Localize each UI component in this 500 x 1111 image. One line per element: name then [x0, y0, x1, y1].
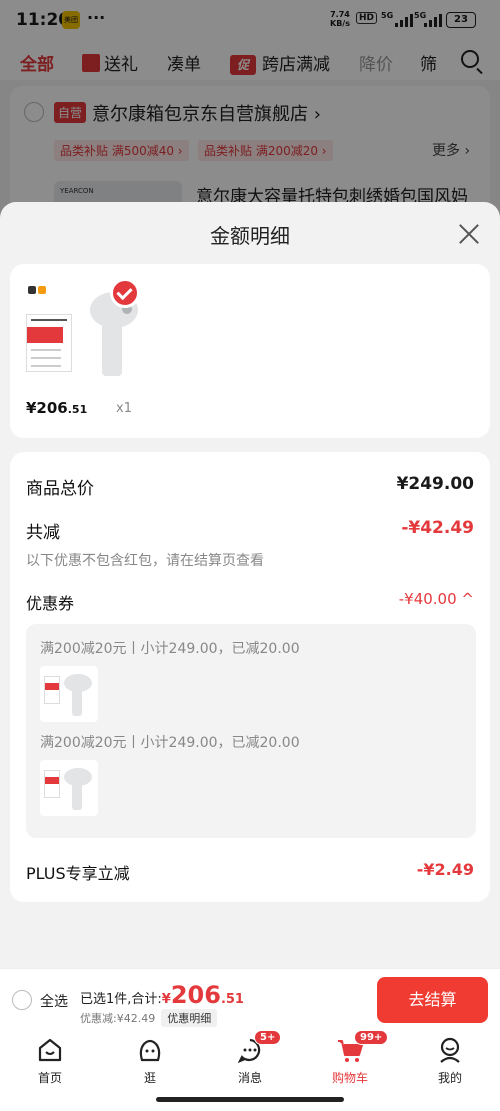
product-image: [26, 278, 146, 386]
plus-discount-label: PLUS专享立减: [26, 864, 130, 883]
coupon-line: 满200减20元丨小计249.00，已减20.00: [40, 641, 300, 657]
product-quantity: x1: [116, 401, 132, 416]
discount-value: -¥42.49: [401, 518, 474, 538]
tab-label: 首页: [37, 1071, 62, 1085]
discount-note: 以下优惠不包含红包，请在结算页查看: [26, 553, 264, 569]
order-summary: 已选1件,合计:¥206.51: [80, 981, 244, 1009]
tab-discover[interactable]: 逛: [120, 1036, 180, 1086]
checkout-bar: 全选 已选1件,合计:¥206.51 优惠减:¥42.49 优惠明细 去结算: [0, 968, 500, 1030]
checkout-button[interactable]: 去结算: [377, 977, 488, 1023]
home-icon: [36, 1036, 64, 1064]
tab-label: 逛: [143, 1071, 156, 1085]
selected-check-icon: [110, 278, 140, 308]
cart-badge: 99+: [354, 1030, 389, 1045]
discount-label: 共减: [26, 523, 60, 543]
coupon-product-thumbnail: [40, 666, 98, 722]
tab-cart[interactable]: 99+ 购物车: [320, 1030, 389, 1086]
discover-icon: [136, 1036, 164, 1064]
profile-icon: [436, 1036, 464, 1064]
total-label: 商品总价: [26, 479, 94, 499]
coupon-toggle[interactable]: -¥40.00 ^: [399, 590, 474, 608]
tab-home[interactable]: 首页: [20, 1036, 80, 1086]
product-promo-box: [26, 314, 72, 372]
tab-messages[interactable]: 5+ 消息: [220, 1030, 282, 1086]
product-card: ¥206.51 x1: [10, 264, 490, 438]
messages-badge: 5+: [254, 1030, 282, 1045]
chevron-up-icon: ^: [461, 590, 474, 608]
tab-label: 消息: [237, 1071, 262, 1085]
sheet-title: 金额明细: [210, 224, 290, 248]
message-icon: 5+: [236, 1030, 282, 1064]
total-value: ¥249.00: [396, 474, 474, 494]
discount-summary: 优惠减:¥42.49 优惠明细: [80, 1009, 218, 1027]
tab-profile[interactable]: 我的: [420, 1036, 480, 1086]
select-all-label[interactable]: 全选: [40, 991, 68, 1011]
cart-icon: 99+: [336, 1030, 389, 1064]
select-all-radio[interactable]: [12, 990, 32, 1010]
discount-detail-button[interactable]: 优惠明细: [161, 1009, 218, 1027]
coupon-line: 满200减20元丨小计249.00，已减20.00: [40, 735, 300, 751]
amount-detail-card: 商品总价 ¥249.00 共减 -¥42.49 以下优惠不包含红包，请在结算页查…: [10, 452, 490, 902]
product-price: ¥206.51: [26, 399, 88, 417]
tab-label: 我的: [437, 1071, 462, 1085]
close-icon[interactable]: [458, 222, 480, 244]
plus-discount-value: -¥2.49: [416, 860, 474, 879]
coupon-detail-panel: 满200减20元丨小计249.00，已减20.00 满200减20元丨小计249…: [26, 624, 476, 838]
coupon-label: 优惠券: [26, 594, 75, 613]
tab-label: 购物车: [331, 1071, 368, 1085]
home-indicator: [156, 1097, 344, 1102]
coupon-product-thumbnail: [40, 760, 98, 816]
